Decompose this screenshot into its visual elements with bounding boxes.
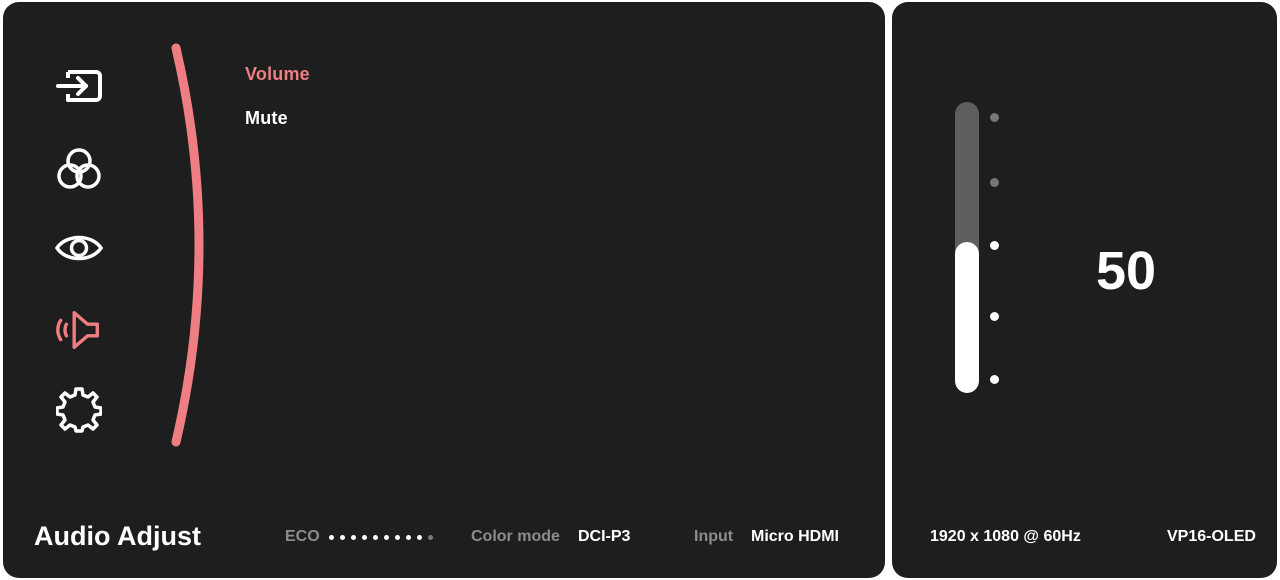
input-label: Input (694, 528, 734, 545)
menu-item-mute[interactable]: Mute (245, 108, 288, 129)
eco-level-indicator (329, 535, 433, 540)
color-mode-label: Color mode (471, 528, 560, 545)
osd-root: Volume Mute Audio Adjust ECO Color mode … (0, 0, 1280, 580)
slider-tick (990, 375, 999, 384)
eco-level-dot (351, 535, 356, 540)
gear-icon[interactable] (53, 384, 105, 436)
slider-tick (990, 113, 999, 122)
eco-level-dot (406, 535, 411, 540)
model-name: VP16-OLED (1167, 528, 1256, 545)
eco-label: ECO (285, 528, 320, 545)
volume-slider[interactable] (955, 102, 979, 393)
eco-level-dot (373, 535, 378, 540)
eco-level-dot (362, 535, 367, 540)
color-icon[interactable] (53, 144, 105, 196)
menu-arc (171, 43, 204, 447)
menu-item-volume[interactable]: Volume (245, 64, 310, 85)
eco-level-dot (395, 535, 400, 540)
page-title: Audio Adjust (34, 521, 201, 551)
eco-level-dot (384, 535, 389, 540)
slider-tick (990, 312, 999, 321)
eco-level-dot (428, 535, 433, 540)
value-panel (892, 2, 1277, 578)
audio-icon[interactable] (53, 304, 105, 356)
resolution-info: 1920 x 1080 @ 60Hz (930, 528, 1081, 545)
slider-tick (990, 241, 999, 250)
input-icon[interactable] (52, 60, 104, 112)
slider-tick (990, 178, 999, 187)
eco-level-dot (340, 535, 345, 540)
main-menu-panel (3, 2, 885, 578)
input-value: Micro HDMI (751, 528, 839, 545)
color-mode-value: DCI-P3 (578, 528, 631, 545)
volume-slider-fill (955, 241, 979, 393)
volume-value: 50 (1096, 241, 1157, 301)
eco-level-dot (329, 535, 334, 540)
eye-icon[interactable] (53, 222, 105, 274)
eco-level-dot (417, 535, 422, 540)
